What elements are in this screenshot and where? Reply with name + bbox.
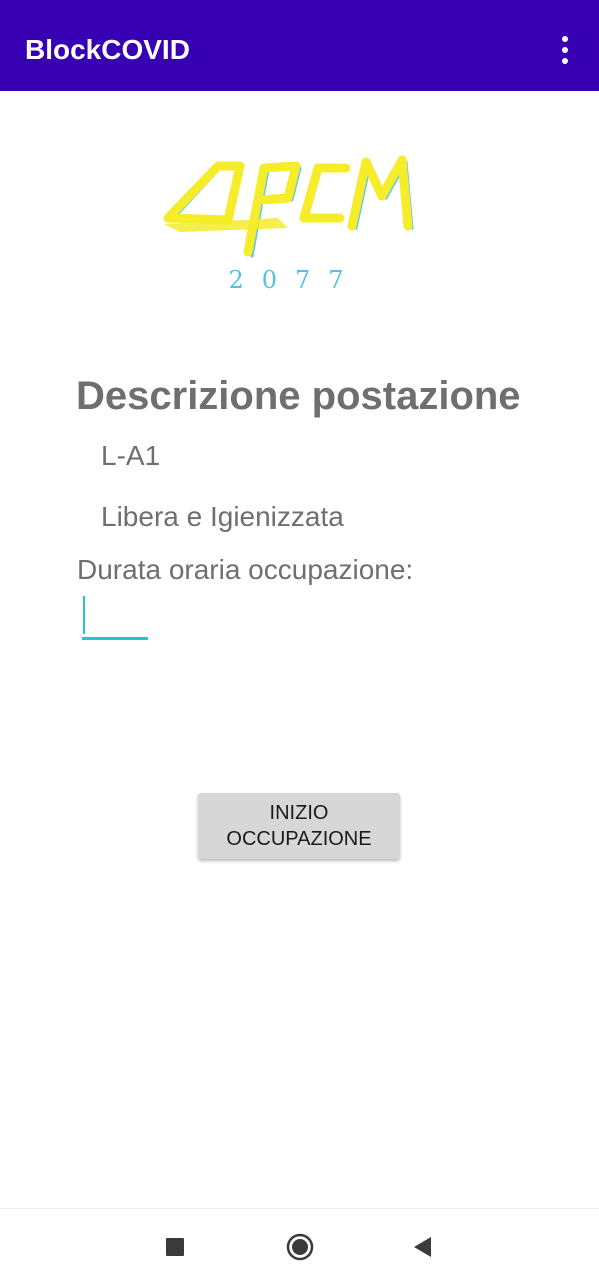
app-title: BlockCOVID — [25, 34, 190, 65]
logo-year: 2077 — [228, 266, 362, 294]
section-title: Descrizione postazione — [76, 374, 521, 418]
triangle-back-icon[interactable] — [404, 1229, 440, 1265]
text-caret — [83, 596, 85, 634]
dpcm-logo-graphic — [163, 155, 414, 258]
app-bar: BlockCOVID — [0, 0, 599, 91]
start-occupation-button[interactable]: INIZIO OCCUPAZIONE — [198, 793, 400, 859]
square-icon[interactable] — [157, 1229, 193, 1265]
duration-input[interactable] — [82, 592, 148, 640]
system-nav-bar — [0, 1208, 599, 1281]
station-status: Libera e Igienizzata — [101, 501, 344, 532]
more-vert-icon[interactable] — [548, 30, 582, 70]
dpcm-2077-logo: 2077 — [160, 148, 430, 303]
duration-label: Durata oraria occupazione: — [77, 554, 414, 585]
circle-icon[interactable] — [282, 1229, 318, 1265]
station-id: L-A1 — [101, 440, 161, 471]
